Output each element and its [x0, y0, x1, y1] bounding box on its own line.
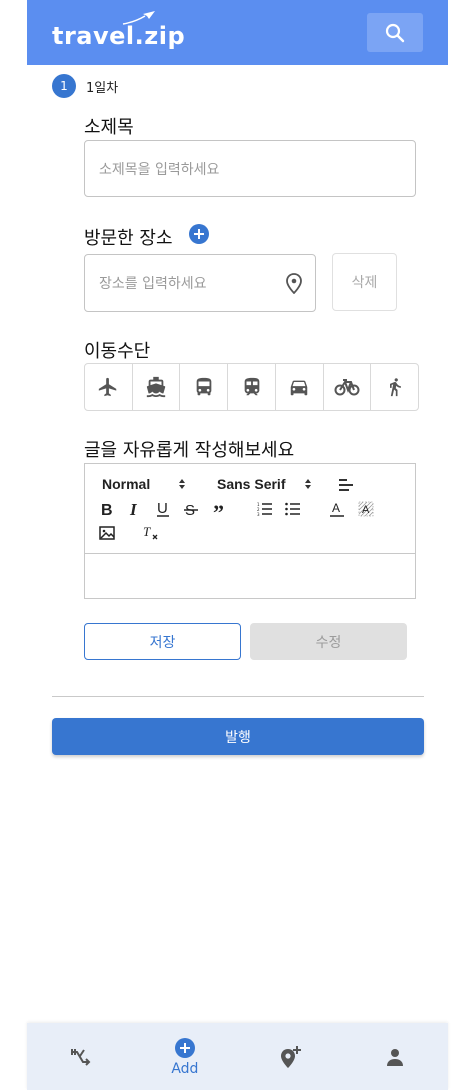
image-button[interactable]	[98, 524, 116, 542]
svg-text:B: B	[101, 502, 113, 517]
walk-icon	[389, 378, 401, 397]
editor-content-area[interactable]	[85, 554, 415, 598]
font-select[interactable]: Sans Serif	[217, 476, 285, 492]
bold-icon: B	[101, 502, 113, 517]
svg-text:”: ”	[213, 502, 224, 516]
svg-text:A: A	[362, 504, 370, 516]
text-color-button[interactable]: A	[328, 500, 346, 518]
underline-button[interactable]: U	[155, 500, 173, 518]
add-place-button[interactable]	[189, 224, 209, 244]
transport-ship-button[interactable]	[133, 364, 181, 410]
publish-button[interactable]: 발행	[52, 718, 424, 755]
bicycle-icon	[334, 379, 360, 396]
subtitle-heading: 소제목	[84, 117, 134, 138]
add-circle-icon	[174, 1037, 195, 1058]
step-number-badge: 1	[52, 74, 76, 98]
transport-bus-button[interactable]	[180, 364, 229, 410]
italic-icon: I	[129, 501, 138, 517]
svg-text:3: 3	[257, 512, 260, 516]
nav-route[interactable]	[27, 1023, 132, 1090]
blockquote-button[interactable]: ”	[212, 500, 230, 518]
save-button[interactable]: 저장	[84, 623, 241, 660]
editor-heading: 글을 자유롭게 작성해보세요	[84, 440, 295, 461]
transport-train-button[interactable]	[228, 364, 276, 410]
subtitle-input[interactable]: 소제목을 입력하세요	[84, 140, 416, 197]
place-input[interactable]: 장소를 입력하세요	[84, 254, 316, 312]
rich-text-editor: Normal Sans Serif B I U S ” 1 2 3 A A T	[84, 463, 416, 599]
search-icon	[385, 23, 405, 42]
logo[interactable]: travel.zip	[52, 22, 185, 50]
delete-place-button[interactable]: 삭제	[332, 253, 397, 311]
bullet-list-button[interactable]	[284, 500, 302, 518]
airplane-icon	[99, 377, 117, 397]
subtitle-placeholder: 소제목을 입력하세요	[99, 161, 220, 178]
app-container: travel.zip 1 1일차 소제목 소제목을 입력하세요 방문한 장소 장…	[27, 0, 448, 1090]
transport-car-button[interactable]	[276, 364, 324, 410]
clear-format-button[interactable]: T	[142, 524, 160, 542]
bold-button[interactable]: B	[98, 500, 116, 518]
font-select-arrow-icon	[305, 479, 311, 489]
route-icon	[70, 1048, 91, 1066]
nav-add-label: Add	[171, 1060, 199, 1077]
nav-add-location[interactable]	[238, 1023, 343, 1090]
nav-add[interactable]: Add	[132, 1023, 237, 1090]
image-icon	[99, 526, 115, 540]
person-icon	[387, 1048, 404, 1066]
search-button[interactable]	[367, 13, 423, 52]
svg-text:I: I	[129, 501, 138, 517]
plane-logo-icon	[122, 11, 155, 25]
bottom-navigation: Add	[27, 1023, 448, 1090]
ordered-list-button[interactable]: 123	[256, 500, 274, 518]
strike-button[interactable]: S	[183, 500, 201, 518]
italic-button[interactable]: I	[126, 500, 144, 518]
font-select-value: Sans Serif	[217, 476, 286, 492]
transport-heading: 이동수단	[84, 341, 151, 362]
nav-profile[interactable]	[343, 1023, 448, 1090]
edit-button[interactable]: 수정	[250, 623, 407, 660]
transport-bicycle-button[interactable]	[324, 364, 372, 410]
app-header: travel.zip	[27, 0, 448, 65]
car-icon	[290, 380, 308, 396]
clear-format-icon: T	[143, 525, 158, 540]
align-button[interactable]	[337, 476, 355, 494]
underline-icon: U	[157, 500, 169, 517]
day-step: 1 1일차	[52, 74, 118, 98]
plus-icon	[194, 229, 204, 239]
align-icon	[339, 479, 353, 491]
svg-text:A: A	[332, 501, 340, 515]
location-pin-icon[interactable]	[286, 273, 302, 294]
size-select-arrow-icon	[179, 479, 185, 489]
background-color-icon: A	[358, 501, 374, 517]
quote-icon: ”	[213, 502, 224, 516]
step-label: 1일차	[86, 80, 119, 96]
size-select-value: Normal	[102, 476, 151, 492]
svg-text:T: T	[143, 525, 151, 539]
background-color-button[interactable]: A	[357, 500, 375, 518]
svg-text:U: U	[157, 500, 168, 517]
size-select[interactable]: Normal	[102, 476, 150, 492]
section-divider	[52, 696, 424, 697]
ship-icon	[146, 376, 166, 398]
places-heading: 방문한 장소	[84, 228, 173, 249]
bus-icon	[196, 377, 212, 396]
place-placeholder: 장소를 입력하세요	[99, 276, 207, 292]
editor-toolbar: Normal Sans Serif B I U S ” 1 2 3 A A T	[85, 464, 415, 554]
add-location-icon	[281, 1045, 302, 1068]
train-icon	[244, 377, 259, 396]
transport-walk-button[interactable]	[371, 364, 418, 410]
bullet-list-icon	[285, 502, 300, 516]
strike-icon: S	[184, 502, 198, 517]
ordered-list-icon: 123	[257, 502, 272, 516]
transport-toggle-group	[84, 363, 419, 411]
text-color-icon: A	[330, 501, 344, 517]
transport-airplane-button[interactable]	[85, 364, 133, 410]
